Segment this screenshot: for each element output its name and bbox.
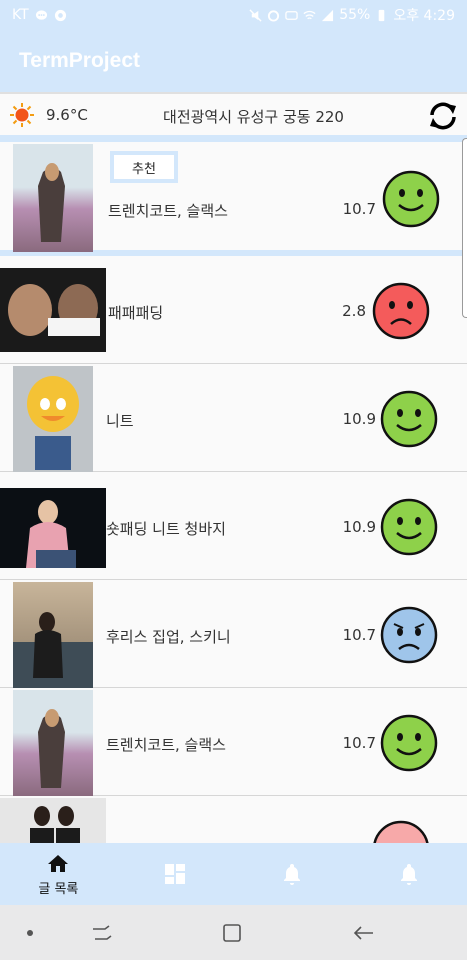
- bottom-nav: 글 목록: [0, 843, 467, 905]
- recommend-badge: 추천: [110, 151, 178, 183]
- happy-face-icon: [380, 714, 438, 772]
- worried-face-icon: [380, 606, 438, 664]
- item-label: 후리스 집업, 스키니: [106, 628, 231, 646]
- item-temp: 10.7: [342, 200, 376, 218]
- outfit-photo: [0, 798, 106, 843]
- item-temp: 10.9: [342, 518, 376, 536]
- list-item[interactable]: 니트 10.9: [0, 364, 467, 472]
- list-item[interactable]: 추천 트렌치코트, 슬랙스 10.7: [0, 138, 467, 256]
- battery-icon: [379, 9, 385, 21]
- face-icon: [373, 820, 429, 843]
- bell-icon: [400, 864, 417, 885]
- home-icon: [48, 854, 69, 872]
- happy-face-icon: [382, 170, 440, 228]
- outfit-photo: [13, 690, 93, 796]
- outfit-photo: [13, 366, 93, 472]
- wifi-icon: [303, 10, 316, 19]
- post-list: 추천 트렌치코트, 슬랙스 10.7 패패패딩 2.8 니트 10.9 숏패딩 …: [0, 138, 467, 843]
- item-label: 숏패딩 니트 청바지: [106, 520, 226, 538]
- item-temp: 10.9: [342, 410, 376, 428]
- bell-icon: [283, 864, 300, 885]
- mute-icon: [249, 8, 262, 22]
- nav-dashboard[interactable]: [117, 843, 234, 905]
- item-temp: 2.8: [342, 302, 366, 320]
- system-nav-bar: [0, 905, 467, 960]
- app-screen: KT 55% 오후 4:29 TermProject 9.6°C 대전광역시 유…: [0, 0, 467, 960]
- item-label: 트렌치코트, 슬랙스: [108, 202, 228, 220]
- dashboard-icon: [165, 864, 186, 884]
- battery-percent: 55%: [339, 7, 371, 23]
- clock: 오후 4:29: [393, 8, 455, 24]
- dot-icon: [27, 930, 33, 936]
- list-item[interactable]: 패패패딩 2.8: [0, 256, 467, 364]
- status-bar: KT 55% 오후 4:29: [0, 0, 467, 30]
- app-title: TermProject: [19, 49, 140, 72]
- back-icon[interactable]: [352, 921, 376, 945]
- nav-home[interactable]: 글 목록: [0, 843, 117, 905]
- chat-icon: [35, 9, 47, 20]
- nav-home-label: 글 목록: [38, 881, 79, 897]
- list-item[interactable]: 숏패딩 니트 청바지 10.9: [0, 472, 467, 580]
- carrier-label: KT: [12, 7, 29, 23]
- signal-icon: [322, 9, 334, 21]
- outfit-photo: [0, 488, 106, 568]
- item-label: 패패패딩: [108, 304, 164, 322]
- sad-face-icon: [372, 282, 430, 340]
- alarm-icon: [268, 9, 280, 22]
- item-temp: 10.7: [342, 626, 376, 644]
- weather-bar: 9.6°C 대전광역시 유성구 궁동 220: [0, 92, 467, 138]
- location: 대전광역시 유성구 궁동 220: [163, 108, 344, 126]
- item-temp: 10.7: [342, 734, 376, 752]
- list-item[interactable]: 트렌치코트, 슬랙스 10.7: [0, 688, 467, 796]
- list-item[interactable]: 후리스 집업, 스키니 10.7: [0, 580, 467, 688]
- nav-notifications[interactable]: [234, 843, 351, 905]
- hd-icon: [285, 10, 298, 20]
- settings-app-icon: [54, 9, 66, 21]
- home-button-icon[interactable]: [220, 921, 244, 945]
- app-bar: TermProject: [0, 30, 467, 92]
- item-label: 니트: [106, 412, 134, 430]
- outfit-photo: [0, 268, 106, 352]
- list-item[interactable]: [0, 796, 467, 843]
- refresh-icon[interactable]: [424, 98, 462, 134]
- happy-face-icon: [380, 498, 438, 556]
- nav-notifications-2[interactable]: [350, 843, 467, 905]
- item-label: 트렌치코트, 슬랙스: [106, 736, 226, 754]
- scrollbar[interactable]: [462, 138, 467, 318]
- recent-apps-icon[interactable]: [90, 921, 114, 945]
- outfit-photo: [13, 144, 93, 252]
- outfit-photo: [13, 582, 93, 688]
- happy-face-icon: [380, 390, 438, 448]
